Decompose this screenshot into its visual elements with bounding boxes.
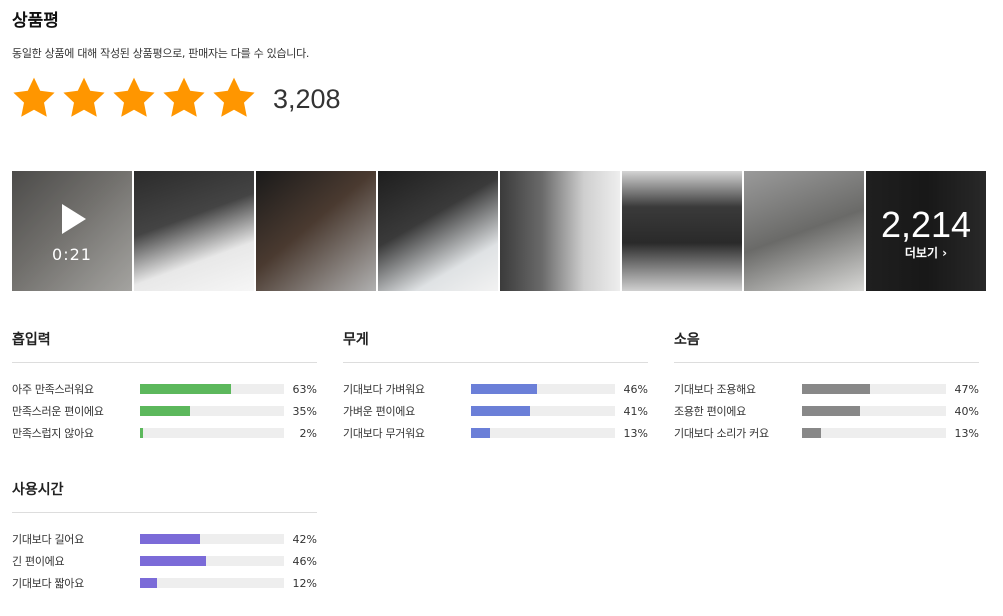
star-icon — [163, 77, 205, 117]
divider — [12, 362, 317, 363]
survey-bar-track — [140, 578, 284, 588]
survey-percent: 46% — [623, 382, 648, 396]
survey-percent: 47% — [954, 382, 979, 396]
survey-option-label: 만족스럽지 않아요 — [12, 427, 94, 440]
survey-bar-fill — [140, 578, 158, 588]
review-photo-thumbnail[interactable] — [378, 171, 498, 291]
survey-row: 기대보다 조용해요 47% — [674, 378, 979, 400]
survey-option-label: 기대보다 조용해요 — [674, 383, 756, 396]
survey-percent: 35% — [292, 404, 317, 418]
section-title: 사용시간 — [12, 482, 64, 498]
survey-bar-fill — [471, 384, 538, 394]
page-title: 상품평 — [12, 11, 59, 31]
section-title: 소음 — [674, 332, 700, 348]
survey-bar-track — [140, 428, 284, 438]
survey-bar-fill — [471, 428, 490, 438]
section-noise: 소음 기대보다 조용해요 47% 조용한 편이에요 40% 기대보다 소리가 커요 13% — [674, 331, 979, 444]
survey-row: 아주 만족스러워요 63% — [12, 378, 317, 400]
survey-option-label: 조용한 편이에요 — [674, 405, 746, 418]
survey-row: 만족스럽지 않아요 2% — [12, 422, 317, 444]
survey-row: 기대보다 가벼워요 46% — [343, 378, 648, 400]
rating-count: 3,208 — [273, 84, 341, 114]
survey-option-label: 긴 편이에요 — [12, 555, 65, 568]
play-icon — [62, 204, 86, 234]
survey-bar-fill — [140, 556, 207, 566]
section-weight: 무게 기대보다 가벼워요 46% 가벼운 편이에요 41% 기대보다 무거워요 13% — [343, 331, 648, 444]
more-photos-count: 2,214 — [880, 204, 972, 245]
survey-bar-fill — [471, 406, 531, 416]
survey-bar-fill — [140, 384, 231, 394]
survey-bar-track — [471, 406, 615, 416]
survey-percent: 46% — [292, 554, 317, 568]
survey-percent: 13% — [623, 426, 648, 440]
survey-row: 만족스러운 편이에요 35% — [12, 400, 317, 422]
survey-bar-fill — [802, 428, 821, 438]
survey-row: 기대보다 소리가 커요 13% — [674, 422, 979, 444]
more-photos-button[interactable]: 2,214 더보기 › — [866, 171, 986, 291]
survey-row: 조용한 편이에요 40% — [674, 400, 979, 422]
review-photo-thumbnail[interactable] — [256, 171, 376, 291]
star-icon — [13, 77, 55, 117]
survey-bar-track — [802, 406, 946, 416]
survey-bar-fill — [802, 384, 870, 394]
survey-option-label: 만족스러운 편이에요 — [12, 405, 104, 418]
chevron-right-icon: › — [942, 246, 948, 260]
page-description: 동일한 상품에 대해 작성된 상품평으로, 판매자는 다를 수 있습니다. — [12, 47, 310, 60]
survey-row: 기대보다 길어요 42% — [12, 528, 317, 550]
survey-option-label: 기대보다 가벼워요 — [343, 383, 425, 396]
survey-bar-track — [802, 384, 946, 394]
review-photo-thumbnail[interactable] — [744, 171, 864, 291]
survey-bar-fill — [140, 428, 143, 438]
survey-option-label: 아주 만족스러워요 — [12, 383, 94, 396]
survey-row: 가벼운 편이에요 41% — [343, 400, 648, 422]
review-photo-thumbnail[interactable] — [622, 171, 742, 291]
survey-bar-track — [471, 428, 615, 438]
survey-bar-track — [471, 384, 615, 394]
star-icon — [213, 77, 255, 117]
survey-bar-track — [140, 406, 284, 416]
survey-bar-fill — [802, 406, 860, 416]
survey-bar-fill — [140, 534, 201, 544]
survey-option-label: 기대보다 소리가 커요 — [674, 427, 769, 440]
survey-option-label: 기대보다 무거워요 — [343, 427, 425, 440]
survey-row: 긴 편이에요 46% — [12, 550, 317, 572]
divider — [12, 512, 317, 513]
survey-percent: 41% — [623, 404, 648, 418]
survey-percent: 13% — [954, 426, 979, 440]
survey-percent: 63% — [292, 382, 317, 396]
star-icon — [63, 77, 105, 117]
survey-option-label: 가벼운 편이에요 — [343, 405, 415, 418]
survey-bar-fill — [140, 406, 191, 416]
survey-bar-track — [140, 534, 284, 544]
survey-bar-track — [802, 428, 946, 438]
section-title: 흡입력 — [12, 332, 51, 348]
review-video-thumbnail[interactable]: 0:21 — [12, 171, 132, 291]
video-duration: 0:21 — [52, 245, 92, 264]
star-icon — [113, 77, 155, 117]
divider — [343, 362, 648, 363]
section-title: 무게 — [343, 332, 369, 348]
survey-option-label: 기대보다 길어요 — [12, 533, 84, 546]
review-photo-strip: 0:21 2,214 더보기 › — [12, 171, 986, 291]
survey-row: 기대보다 무거워요 13% — [343, 422, 648, 444]
survey-percent: 40% — [954, 404, 979, 418]
star-rating — [10, 74, 258, 122]
survey-row: 기대보다 짧아요 12% — [12, 572, 317, 594]
divider — [674, 362, 979, 363]
section-usage-time: 사용시간 기대보다 길어요 42% 긴 편이에요 46% 기대보다 짧아요 12% — [12, 481, 317, 594]
more-photos-label: 더보기 › — [904, 246, 948, 260]
section-suction: 흡입력 아주 만족스러워요 63% 만족스러운 편이에요 35% 만족스럽지 않아요 2% — [12, 331, 317, 444]
survey-bar-track — [140, 556, 284, 566]
survey-percent: 12% — [292, 576, 317, 590]
review-photo-thumbnail[interactable] — [134, 171, 254, 291]
survey-option-label: 기대보다 짧아요 — [12, 577, 84, 590]
survey-percent: 42% — [292, 532, 317, 546]
review-photo-thumbnail[interactable] — [500, 171, 620, 291]
survey-bar-track — [140, 384, 284, 394]
survey-percent: 2% — [299, 426, 317, 440]
